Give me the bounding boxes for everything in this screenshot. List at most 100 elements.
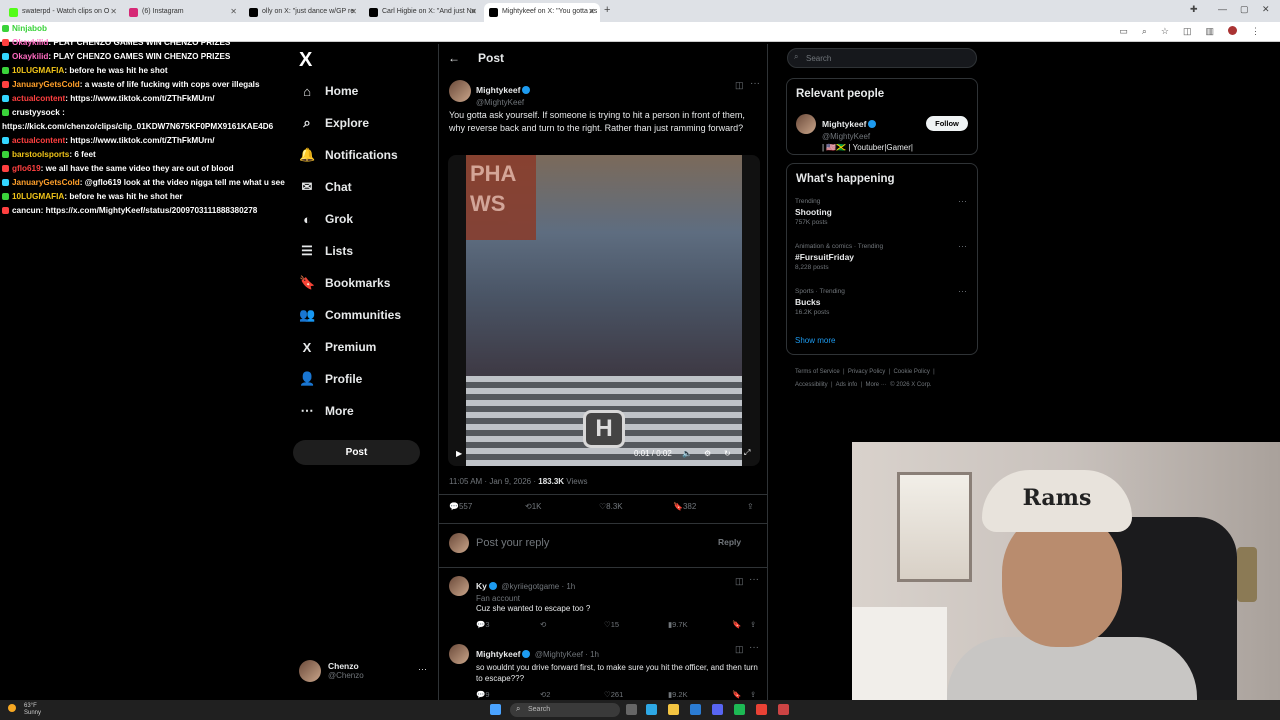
reply-action[interactable]: 💬 557 [449, 502, 472, 511]
bookmark-icon[interactable]: 🔖 [732, 620, 741, 629]
back-arrow-icon[interactable]: ← [448, 51, 460, 65]
chat-username[interactable]: 10LUGMAFIA [12, 66, 64, 75]
profile-avatar-icon[interactable] [1228, 26, 1237, 35]
views-action[interactable]: ▮ 9.2K [668, 690, 688, 699]
discord-icon[interactable] [712, 704, 723, 715]
chat-username[interactable]: Ninjabob [12, 24, 47, 33]
chat-username[interactable]: JanuaryGetsCold [12, 178, 80, 187]
loop-icon[interactable]: ↻ [724, 449, 731, 458]
close-icon[interactable]: ✕ [470, 7, 477, 16]
trend-item[interactable]: Trending Shooting 757K posts [795, 198, 832, 226]
nav-more[interactable]: ⋯ More [299, 399, 354, 423]
share-icon[interactable]: ⇪ [750, 620, 756, 629]
nav-grok[interactable]: ◐ Grok [299, 207, 353, 231]
reply-item[interactable]: Ky @kyriiegotgame · 1h Fan account Cuz s… [449, 574, 761, 632]
reply-composer[interactable]: Post your reply [449, 533, 759, 553]
bookmark-action[interactable]: 🔖 382 [673, 502, 696, 511]
volume-icon[interactable]: 🔈 [682, 449, 692, 458]
cast-icon[interactable]: ▭ [1119, 26, 1128, 37]
more-options-icon[interactable]: ··· [749, 642, 759, 653]
nav-explore[interactable]: ⌕ Explore [299, 111, 369, 135]
close-icon[interactable]: ✕ [110, 7, 117, 16]
sidebar-icon[interactable]: ▥ [1205, 26, 1214, 37]
avatar[interactable] [796, 114, 816, 134]
follow-button[interactable]: Follow [926, 116, 968, 131]
browser-tab-active[interactable]: Mightykeef on X: "You gotta as ✕ [484, 3, 600, 22]
nav-communities[interactable]: 👥 Communities [299, 303, 401, 327]
share-icon[interactable]: ⇪ [747, 502, 754, 511]
windows-start-icon[interactable] [490, 704, 501, 715]
more-options-icon[interactable]: ··· [750, 78, 760, 89]
share-icon[interactable]: ⇪ [750, 690, 756, 699]
account-switcher[interactable]: Chenzo @Chenzo ··· [299, 658, 429, 688]
x-logo[interactable]: X [299, 49, 312, 72]
close-window-icon[interactable]: ✕ [1262, 4, 1270, 15]
chat-username[interactable]: Okaykilid [12, 52, 48, 61]
file-explorer-icon[interactable] [668, 704, 679, 715]
nav-premium[interactable]: X Premium [299, 335, 377, 359]
close-icon[interactable]: ✕ [350, 7, 357, 16]
chat-username[interactable]: crustyysock [12, 108, 60, 117]
obs-icon[interactable] [778, 704, 789, 715]
more-options-icon[interactable]: ··· [749, 574, 759, 585]
like-action[interactable]: ♡ 261 [604, 690, 623, 699]
show-more-link[interactable]: Show more [795, 336, 835, 345]
add-icon[interactable]: ✚ [1190, 4, 1198, 15]
reply-button[interactable]: Reply [718, 537, 741, 547]
video-player[interactable]: PHA WS H ▶ 0:01 / 0:02 🔈 ⚙ ↻ ⤢ [448, 155, 760, 466]
footer-links[interactable]: Terms of Service | Privacy Policy | Cook… [795, 366, 975, 392]
chat-username[interactable]: 10LUGMAFIA [12, 192, 64, 201]
nav-home[interactable]: ⌂ Home [299, 79, 358, 103]
minimize-icon[interactable]: — [1218, 4, 1227, 14]
close-icon[interactable]: ✕ [588, 7, 595, 16]
menu-icon[interactable]: ⋮ [1251, 26, 1260, 37]
more-options-icon[interactable]: ··· [958, 286, 967, 296]
chat-username[interactable]: cancun [12, 206, 41, 215]
fullscreen-icon[interactable]: ⤢ [744, 448, 750, 458]
repost-action[interactable]: ⟲ 2 [540, 690, 550, 699]
nav-bookmarks[interactable]: 🔖 Bookmarks [299, 271, 390, 295]
trend-item[interactable]: Animation & comics · Trending #FursuitFr… [795, 243, 883, 271]
chrome-icon[interactable] [756, 704, 767, 715]
more-options-icon[interactable]: ··· [958, 241, 967, 251]
reply-action[interactable]: 💬 9 [476, 690, 490, 699]
zoom-icon[interactable]: ⌕ [1142, 26, 1147, 37]
like-action[interactable]: ♡ 8.3K [599, 502, 623, 511]
reply-item[interactable]: Mightykeef @MightyKeef · 1h so wouldnt y… [449, 642, 761, 702]
browser-tab[interactable]: olly on X: "just dance w/GP re ✕ [244, 3, 362, 22]
browser-tab[interactable]: swaterpd - Watch clips on O ✕ [4, 3, 122, 22]
chat-username[interactable]: actualcontent [12, 136, 65, 145]
trend-item[interactable]: Sports · Trending Bucks 16.2K posts [795, 288, 845, 316]
edge-icon[interactable] [690, 704, 701, 715]
reply-action[interactable]: 💬 3 [476, 620, 490, 629]
weather-widget[interactable]: 63°F Sunny [8, 703, 41, 717]
post-button[interactable]: Post [293, 440, 420, 465]
like-action[interactable]: ♡ 15 [604, 620, 619, 629]
grok-icon[interactable]: ◫ [735, 644, 744, 655]
chat-username[interactable]: barstoolsports [12, 150, 69, 159]
spotify-icon[interactable] [734, 704, 745, 715]
browser-tab[interactable]: Carl Higbie on X: "And just No ✕ [364, 3, 482, 22]
app-icon[interactable] [646, 704, 657, 715]
repost-action[interactable]: ⟲ 1K [525, 502, 542, 511]
play-icon[interactable]: ▶ [456, 449, 462, 458]
task-view-icon[interactable] [626, 704, 637, 715]
more-options-icon[interactable]: ··· [958, 196, 967, 206]
taskbar-search-input[interactable]: Search [510, 703, 620, 717]
new-tab-button[interactable]: + [604, 4, 610, 16]
search-input[interactable]: Search [787, 48, 977, 68]
close-icon[interactable]: ✕ [230, 7, 237, 16]
chat-username[interactable]: actualcontent [12, 94, 65, 103]
nav-profile[interactable]: 👤 Profile [299, 367, 362, 391]
views-action[interactable]: ▮ 9.7K [668, 620, 688, 629]
reply-input[interactable]: Post your reply [476, 537, 549, 549]
extensions-icon[interactable]: ◫ [1183, 26, 1192, 37]
chat-username[interactable]: JanuaryGetsCold [12, 80, 80, 89]
bookmark-icon[interactable]: 🔖 [732, 690, 741, 699]
chat-username[interactable]: Okaykilid [12, 38, 48, 47]
settings-icon[interactable]: ⚙ [704, 449, 711, 458]
grok-icon[interactable]: ◫ [735, 80, 744, 91]
more-options-icon[interactable]: ··· [418, 664, 427, 674]
nav-lists[interactable]: ☰ Lists [299, 239, 353, 263]
grok-icon[interactable]: ◫ [735, 576, 744, 587]
